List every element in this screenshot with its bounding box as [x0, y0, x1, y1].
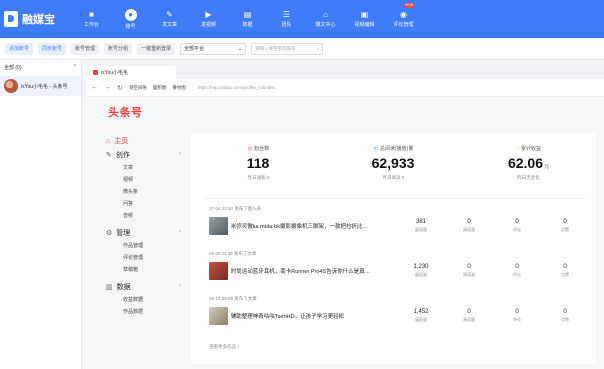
home-icon: ⌂	[323, 9, 328, 19]
search-icon: ⌕	[316, 45, 320, 51]
workbench-icon: ■	[89, 9, 94, 19]
list-item[interactable]: 07-04 22:50 发布了图头条 米弥灵傲ka muta-bk摄影摄像机三脚…	[209, 206, 589, 251]
bar-chart-icon: ▥	[106, 284, 113, 291]
account-search-input[interactable]: 请输入要搜索的账号 ⌕	[251, 42, 324, 55]
menu-works-data[interactable]: 作品数据	[106, 306, 186, 318]
toolbar-link-1[interactable]: 领空间账	[129, 85, 147, 91]
nav-account[interactable]: ● 账号	[111, 0, 150, 38]
gear-icon: ⚙	[106, 230, 113, 237]
browser-tab[interactable]: isYou小毛毛	[88, 66, 176, 79]
menu-income-data[interactable]: 收益数据	[106, 294, 186, 306]
menu-works-manage[interactable]: 作品管理	[106, 240, 186, 252]
main-nav: ■ 工作台 ● 账号 ✎ 发文章 ▶ 发视频 ▤ 数据 ☰ 团队 ⌂ 爆文中心 ▣ 视频编辑 ◉…	[72, 0, 423, 38]
app-logo[interactable]: 融媒宝	[0, 0, 72, 38]
list-item[interactable]: 06-29 11:36 发布了文章 时尚运动蓝牙耳机，南卡Runner Pro4…	[209, 251, 589, 296]
account-list-header[interactable]: 全部 (0) ⌃	[0, 60, 81, 74]
refresh-icon[interactable]: ↻	[117, 84, 123, 92]
nav-video-edit[interactable]: ▣ 视频编辑	[345, 0, 384, 38]
post-title[interactable]: 辅助整理神奇咕咕TeenHD，让孩子学习更轻松	[231, 312, 393, 320]
menu-data[interactable]: ▥ 数据 ⌃	[106, 280, 186, 294]
toutiao-page: 头条号 ⌂ 主页 ✎ 创作 ⌃ 文章 视频 微头条 问答 音频 ⚙ 管理 ⌃ 作品管理 评…	[86, 97, 604, 369]
app-name: 融媒宝	[22, 14, 55, 26]
menu-micro-post[interactable]: 微头条	[106, 186, 186, 198]
nav-publish-article[interactable]: ✎ 发文章	[150, 0, 189, 38]
menu-article[interactable]: 文章	[106, 162, 186, 174]
top-nav-bar: 融媒宝 ■ 工作台 ● 账号 ✎ 发文章 ▶ 发视频 ▤ 数据 ☰ 团队 ⌂ 爆文中心 ▣ 视频…	[0, 0, 604, 38]
nav-hot-articles[interactable]: ⌂ 爆文中心	[306, 0, 345, 38]
post-thumbnail	[209, 217, 228, 235]
chevron-up-icon: ⌃	[72, 64, 77, 70]
stat-followers[interactable]: ◷ 粉丝数 118 昨日涨粉 0	[191, 134, 326, 194]
stats-row: ◷ 粉丝数 118 昨日涨粉 0 ◴ 总阅读(播放)量 62,933 昨日阅读 0 …	[191, 134, 596, 194]
avatar	[4, 79, 18, 93]
stat-income[interactable]: ◔ 累计收益 62.06 元 昨日无变化	[461, 134, 596, 194]
account-name: isYou小毛毛 - 头条号	[21, 83, 68, 90]
post-thumbnail	[209, 307, 228, 325]
account-toolbar: 添加账号 同步账号 账号管理 账号分组 一键重新登录 全部平台 ⌄ 请输入要搜索的…	[0, 38, 604, 60]
nav-workbench[interactable]: ■ 工作台	[72, 0, 111, 38]
team-icon: ☰	[282, 9, 291, 19]
home-icon: ⌂	[106, 137, 111, 145]
stat-total-reads[interactable]: ◴ 总阅读(播放)量 62,933 昨日阅读 0	[326, 134, 461, 194]
new-badge: NEW	[403, 3, 414, 8]
post-title[interactable]: 米弥灵傲ka muta-bk摄影摄像机三脚架，一款把拉折比…	[231, 222, 393, 230]
user-icon: ◷	[247, 145, 253, 152]
post-thumbnail	[209, 262, 228, 280]
menu-home[interactable]: ⌂ 主页	[106, 134, 186, 148]
url-bar[interactable]: https://mp.toutiao.com/profile_v4/index	[198, 85, 275, 90]
account-manage-button[interactable]: 账号管理	[71, 42, 100, 55]
briefcase-icon: ▣	[360, 9, 369, 19]
platform-select[interactable]: 全部平台 ⌄	[180, 42, 247, 55]
menu-drafts[interactable]: 草稿箱	[106, 264, 186, 276]
nav-team[interactable]: ☰ 团队	[267, 0, 306, 38]
play-icon: ▶	[205, 9, 212, 19]
account-item[interactable]: isYou小毛毛 - 头条号	[0, 76, 81, 96]
account-list-panel: 全部 (0) ⌃ isYou小毛毛 - 头条号	[0, 60, 82, 369]
overview-card: ◷ 粉丝数 118 昨日涨粉 0 ◴ 总阅读(播放)量 62,933 昨日阅读 0 …	[191, 134, 596, 364]
menu-manage[interactable]: ⚙ 管理 ⌃	[106, 226, 186, 240]
account-icon: ●	[124, 8, 137, 21]
nav-data[interactable]: ▤ 数据	[228, 0, 267, 38]
toolbar-link-3[interactable]: 番纹图	[172, 85, 186, 91]
chevron-up-icon: ⌃	[177, 230, 182, 236]
toutiao-side-menu: ⌂ 主页 ✎ 创作 ⌃ 文章 视频 微头条 问答 音频 ⚙ 管理 ⌃ 作品管理 评论管理 …	[106, 134, 186, 318]
view-more-link[interactable]: 查看更多作品 〉	[209, 344, 242, 350]
embedded-browser: isYou小毛毛 ← → ↻ 领空间账 面积图 番纹图 https://mp.t…	[86, 63, 604, 369]
nav-publish-video[interactable]: ▶ 发视频	[189, 0, 228, 38]
list-item[interactable]: 06-18 09:08 发布了文章 辅助整理神奇咕咕TeenHD，让孩子学习更轻…	[209, 296, 589, 341]
relogin-all-button[interactable]: 一键重新登录	[137, 42, 176, 55]
toutiao-favicon-icon	[93, 70, 98, 75]
menu-audio[interactable]: 音频	[106, 210, 186, 222]
divider	[205, 198, 585, 199]
forward-arrow-icon[interactable]: →	[104, 84, 111, 91]
eye-icon: ◴	[373, 145, 379, 152]
browser-tab-strip: isYou小毛毛	[86, 63, 604, 79]
pen-icon: ✎	[166, 9, 173, 19]
browser-nav-bar: ← → ↻ 领空间账 面积图 番纹图 https://mp.toutiao.co…	[86, 79, 604, 97]
menu-create[interactable]: ✎ 创作 ⌃	[106, 148, 186, 162]
menu-comment-manage[interactable]: 评论管理	[106, 252, 186, 264]
menu-qa[interactable]: 问答	[106, 198, 186, 210]
toolbar-link-2[interactable]: 面积图	[153, 85, 167, 91]
chevron-up-icon: ⌃	[177, 152, 182, 158]
comment-icon: ◉	[400, 9, 407, 19]
pen-icon: ✎	[106, 152, 112, 159]
coin-icon: ◔	[515, 145, 519, 152]
logo-icon	[4, 11, 18, 27]
toutiao-logo[interactable]: 头条号	[108, 104, 143, 120]
post-title[interactable]: 时尚运动蓝牙耳机，南卡Runner Pro4S告诉你什么是真…	[231, 267, 393, 275]
chevron-up-icon: ⌃	[177, 284, 182, 290]
add-account-button[interactable]: 添加账号	[5, 42, 34, 55]
recent-posts-list: 07-04 22:50 发布了图头条 米弥灵傲ka muta-bk摄影摄像机三脚…	[209, 206, 589, 341]
back-arrow-icon[interactable]: ←	[91, 84, 98, 91]
menu-video[interactable]: 视频	[106, 174, 186, 186]
account-group-button[interactable]: 账号分组	[104, 42, 133, 55]
chart-icon: ▤	[243, 9, 252, 19]
chevron-down-icon: ⌄	[237, 45, 243, 52]
sync-account-button[interactable]: 同步账号	[38, 42, 67, 55]
nav-comment-manage[interactable]: ◉ 评论管理 NEW	[384, 0, 423, 38]
